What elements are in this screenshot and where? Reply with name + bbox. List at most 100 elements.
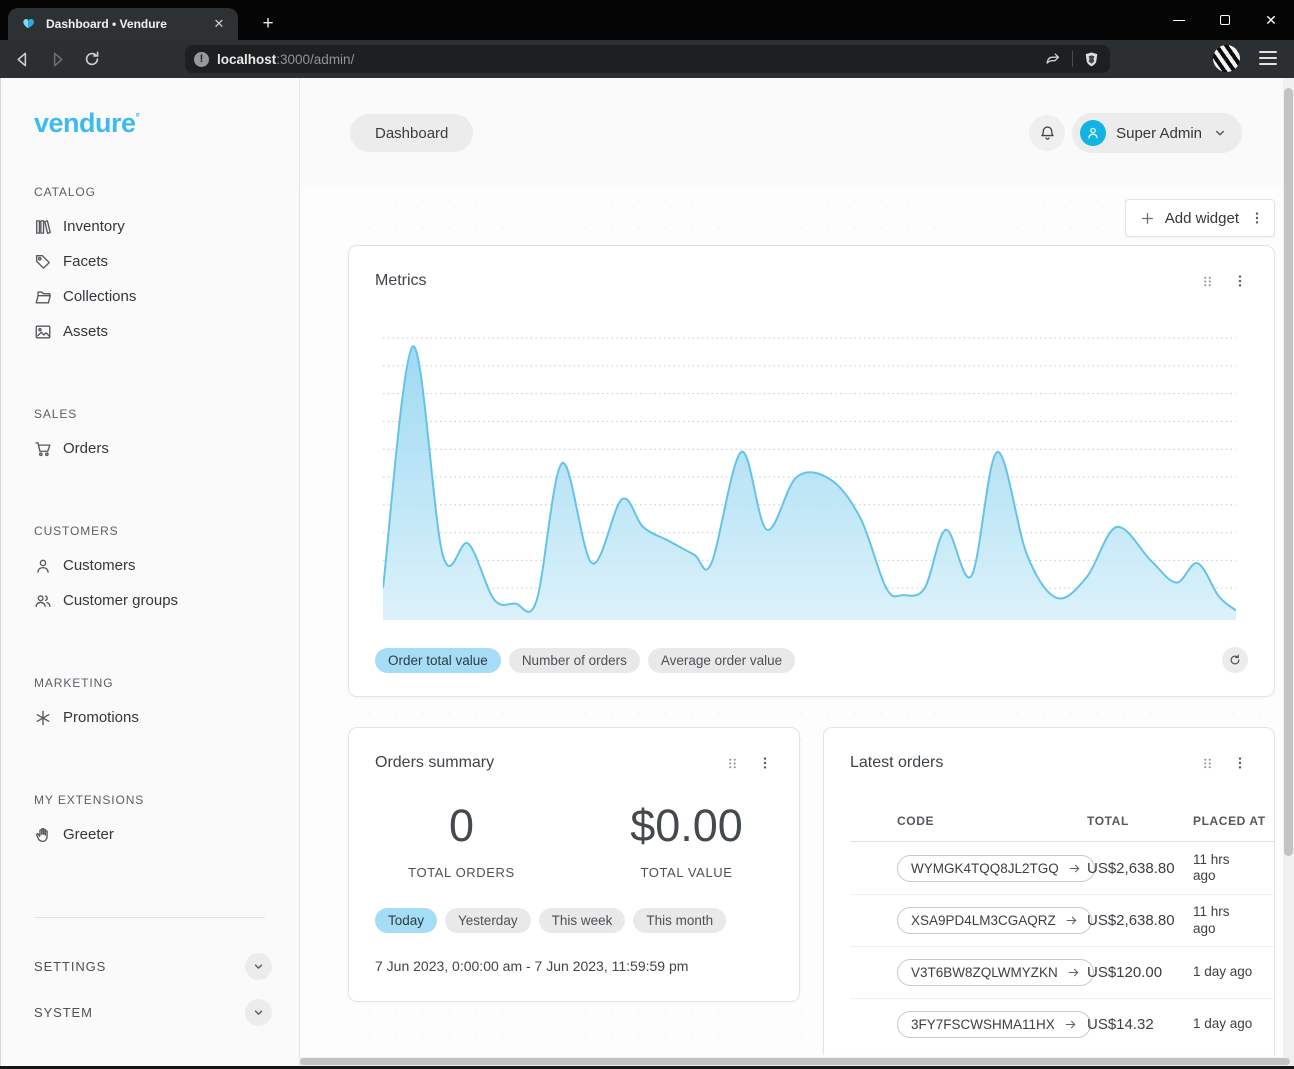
sidebar-item-promotions[interactable]: Promotions <box>34 700 299 735</box>
sidebar-item-orders[interactable]: Orders <box>34 431 299 466</box>
share-button[interactable] <box>1044 50 1062 68</box>
metric-tab-number-of-orders[interactable]: Number of orders <box>509 648 640 673</box>
metric-tab-order-total-value[interactable]: Order total value <box>375 648 501 673</box>
sidebar-item-label: Orders <box>63 440 109 457</box>
refresh-button[interactable] <box>1222 647 1248 673</box>
order-code-link[interactable]: V3T6BW8ZQLWMYZKN <box>897 959 1094 986</box>
sidebar-item-label: Promotions <box>63 709 139 726</box>
order-row: XSA9PD4LM3CGAQRZUS$2,638.8011 hrs ago <box>850 894 1275 946</box>
latest-orders-widget: Latest orders CODETOTALPLACED AT WYMGK4T… <box>823 727 1275 1055</box>
total-orders-stat: 0 TOTAL ORDERS <box>349 800 574 880</box>
sidebar: vendure° CATALOG Inventory FacetsCollectio… <box>0 78 300 1066</box>
horizontal-scrollbar[interactable] <box>300 1057 1294 1066</box>
hamburger-icon <box>1259 51 1277 53</box>
breadcrumb-label: Dashboard <box>375 125 448 142</box>
add-widget-button[interactable]: Add widget <box>1125 199 1275 237</box>
order-row: WYMGK4TQQ8JL2TGQUS$2,638.8011 hrs ago <box>850 842 1275 894</box>
range-tab-yesterday[interactable]: Yesterday <box>445 908 531 933</box>
metrics-widget: Metrics Order total value Number of order… <box>348 245 1275 697</box>
section-header-catalog: CATALOG <box>34 185 299 199</box>
widget-menu-button[interactable] <box>1232 755 1248 771</box>
order-code-link[interactable]: XSA9PD4LM3CGAQRZ <box>897 907 1092 934</box>
window-minimize-button[interactable] <box>1156 0 1202 40</box>
notifications-button[interactable] <box>1029 115 1065 151</box>
settings-label: SETTINGS <box>34 959 106 974</box>
url-text: localhost:3000/admin/ <box>217 52 1044 67</box>
table-header: CODETOTALPLACED AT <box>850 814 1275 842</box>
order-code: V3T6BW8ZQLWMYZKN <box>911 965 1058 980</box>
browser-titlebar: Dashboard • Vendure ✕ + ✕ <box>0 0 1294 40</box>
reload-button[interactable] <box>79 46 105 72</box>
hand-icon <box>34 826 52 844</box>
sidebar-item-inventory[interactable]: Inventory <box>34 209 299 244</box>
widget-menu-button[interactable] <box>757 755 773 771</box>
date-range-tabs: Today Yesterday This week This month <box>375 908 726 933</box>
browser-tab[interactable]: Dashboard • Vendure ✕ <box>8 8 238 40</box>
sidebar-item-collections[interactable]: Collections <box>34 279 299 314</box>
folder-icon <box>34 288 52 306</box>
url-bar[interactable]: ! localhost:3000/admin/ <box>185 45 1110 73</box>
horizontal-scrollbar-thumb[interactable] <box>300 1058 1290 1065</box>
tab-close-icon[interactable]: ✕ <box>210 15 228 33</box>
image-icon <box>34 323 52 341</box>
section-header-my-extensions: MY EXTENSIONS <box>34 793 299 807</box>
widget-menu-button[interactable] <box>1232 273 1248 289</box>
widget-drag-handle[interactable] <box>1200 756 1215 771</box>
brave-shield-icon <box>1083 51 1100 68</box>
brave-shield-button[interactable] <box>1083 51 1100 68</box>
sidebar-group-settings[interactable]: SETTINGS <box>34 948 272 984</box>
tab-title: Dashboard • Vendure <box>46 17 201 31</box>
drag-handle-icon <box>725 756 740 771</box>
sidebar-item-customers[interactable]: Customers <box>34 548 299 583</box>
vendure-logo[interactable]: vendure° <box>34 108 299 139</box>
sidebar-nav: CATALOGInventoryFacetsCollectionsAssetsS… <box>1 185 299 852</box>
metrics-title: Metrics <box>375 272 1200 290</box>
chevron-down-icon <box>1212 125 1228 141</box>
vertical-scrollbar[interactable] <box>1283 78 1294 1066</box>
user-menu[interactable]: Super Admin <box>1072 113 1242 153</box>
window-close-button[interactable]: ✕ <box>1248 0 1294 40</box>
chevron-down-icon <box>251 959 266 974</box>
order-placed-at: 11 hrs ago <box>1193 852 1275 884</box>
kebab-menu-icon[interactable] <box>1249 210 1265 226</box>
order-code-link[interactable]: 3FY7FSCWSHMA11HX <box>897 1011 1091 1038</box>
system-label: SYSTEM <box>34 1005 93 1020</box>
widget-drag-handle[interactable] <box>1200 274 1215 289</box>
order-code: XSA9PD4LM3CGAQRZ <box>911 913 1056 928</box>
window-maximize-button[interactable] <box>1202 0 1248 40</box>
vertical-scrollbar-thumb[interactable] <box>1284 88 1293 856</box>
total-value-label: TOTAL VALUE <box>574 865 799 880</box>
sidebar-item-assets[interactable]: Assets <box>34 314 299 349</box>
settings-expand-button[interactable] <box>245 953 272 980</box>
metrics-area-chart <box>383 334 1236 624</box>
range-tab-today[interactable]: Today <box>375 908 437 933</box>
back-button[interactable] <box>9 46 35 72</box>
books-icon <box>34 218 52 236</box>
system-expand-button[interactable] <box>245 999 272 1026</box>
snowflake-icon <box>34 709 52 727</box>
metric-tab-average-order-value[interactable]: Average order value <box>648 648 795 673</box>
widget-drag-handle[interactable] <box>725 756 740 771</box>
new-tab-button[interactable]: + <box>255 11 281 37</box>
browser-profile-avatar[interactable] <box>1213 45 1240 72</box>
sidebar-group-system[interactable]: SYSTEM <box>34 994 272 1030</box>
range-tab-this-week[interactable]: This week <box>539 908 626 933</box>
browser-menu-button[interactable] <box>1258 48 1278 68</box>
sidebar-item-greeter[interactable]: Greeter <box>34 817 299 852</box>
order-code-link[interactable]: WYMGK4TQQ8JL2TGQ <box>897 855 1095 882</box>
site-info-icon[interactable]: ! <box>194 52 209 67</box>
order-placed-at: 1 day ago <box>1193 1016 1275 1032</box>
plus-icon <box>1140 211 1155 226</box>
sidebar-item-customer-groups[interactable]: Customer groups <box>34 583 299 618</box>
sidebar-item-facets[interactable]: Facets <box>34 244 299 279</box>
order-row: 3FY7FSCWSHMA11HXUS$14.321 day ago <box>850 998 1275 1050</box>
minimize-icon <box>1173 20 1185 21</box>
breadcrumb[interactable]: Dashboard <box>350 114 473 152</box>
order-total: US$120.00 <box>1087 964 1193 981</box>
forward-button[interactable] <box>44 46 70 72</box>
orders-summary-title: Orders summary <box>375 754 725 772</box>
sidebar-item-label: Inventory <box>63 218 125 235</box>
range-tab-this-month[interactable]: This month <box>633 908 726 933</box>
user-name: Super Admin <box>1116 125 1202 142</box>
kebab-menu-icon <box>757 755 773 771</box>
